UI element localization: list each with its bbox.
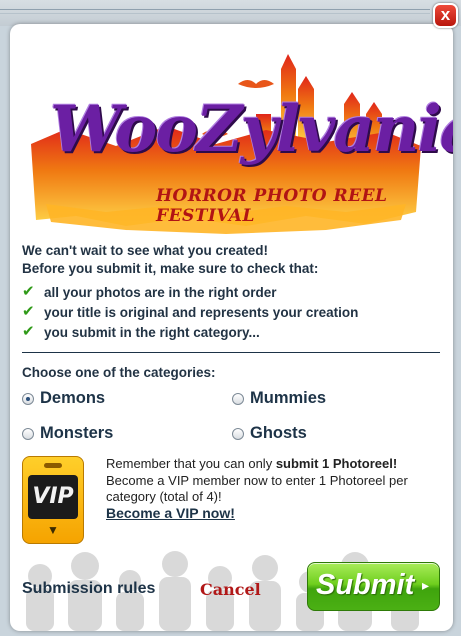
submission-rules-link[interactable]: Submission rules [22, 580, 155, 598]
checklist-item: ✔ all your photos are in the right order [22, 282, 358, 302]
radio-button[interactable] [232, 427, 244, 440]
category-prompt: Choose one of the categories: [22, 365, 216, 380]
vip-notice: Remember that you can only submit 1 Phot… [106, 456, 446, 506]
category-option-monsters[interactable]: Monsters [22, 424, 113, 443]
vip-notice-part1: Remember that you can only [106, 456, 276, 471]
radio-button-selected[interactable] [22, 392, 34, 405]
checklist-item: ✔ your title is original and represents … [22, 302, 358, 322]
badge-slot [44, 463, 62, 468]
vip-notice-part2: Become a VIP member now to enter 1 Photo… [106, 472, 408, 505]
check-icon: ✔ [22, 283, 35, 300]
category-label: Mummies [250, 389, 327, 407]
check-icon: ✔ [22, 303, 35, 320]
category-label: Monsters [40, 424, 114, 442]
background-divider [0, 13, 430, 14]
submit-label: Submit [316, 569, 415, 601]
submit-button[interactable]: Submit ▸ [307, 562, 440, 611]
submit-dialog: WooZylvania HORROR PHOTO REEL FESTIVAL W… [10, 24, 453, 631]
category-option-ghosts[interactable]: Ghosts [232, 424, 307, 443]
radio-button[interactable] [22, 427, 34, 440]
logo-subtitle: HORROR PHOTO REEL FESTIVAL [156, 186, 388, 226]
checklist-item: ✔ you submit in the right category... [22, 322, 358, 342]
intro-text: We can't wait to see what you created! B… [22, 242, 442, 278]
intro-line-2: Before you submit it, make sure to check… [22, 261, 319, 276]
category-option-mummies[interactable]: Mummies [232, 389, 326, 408]
close-button[interactable]: x [433, 3, 458, 28]
radio-button[interactable] [232, 392, 244, 405]
vip-badge-icon: VIP ▼ [22, 456, 84, 544]
become-vip-link[interactable]: Become a VIP now! [106, 505, 235, 521]
background-divider [0, 9, 430, 10]
intro-line-1: We can't wait to see what you created! [22, 243, 269, 258]
checklist-item-text: your title is original and represents yo… [44, 304, 359, 320]
arrow-right-icon: ▸ [422, 577, 430, 593]
checklist-item-text: all your photos are in the right order [44, 284, 277, 300]
category-option-demons[interactable]: Demons [22, 389, 105, 408]
checklist-item-text: you submit in the right category... [44, 324, 260, 340]
logo-title: WooZylvania [50, 92, 453, 167]
category-label: Ghosts [250, 424, 307, 442]
checklist: ✔ all your photos are in the right order… [22, 282, 358, 342]
section-divider [22, 352, 440, 353]
check-icon: ✔ [22, 323, 35, 340]
festival-logo: WooZylvania HORROR PHOTO REEL FESTIVAL [26, 34, 453, 244]
cancel-button[interactable]: Cancel [200, 580, 261, 599]
vip-notice-bold: submit 1 Photoreel! [275, 456, 398, 471]
category-label: Demons [40, 389, 106, 407]
chevron-down-icon: ▼ [47, 523, 59, 537]
vip-badge-text: VIP [28, 475, 78, 519]
